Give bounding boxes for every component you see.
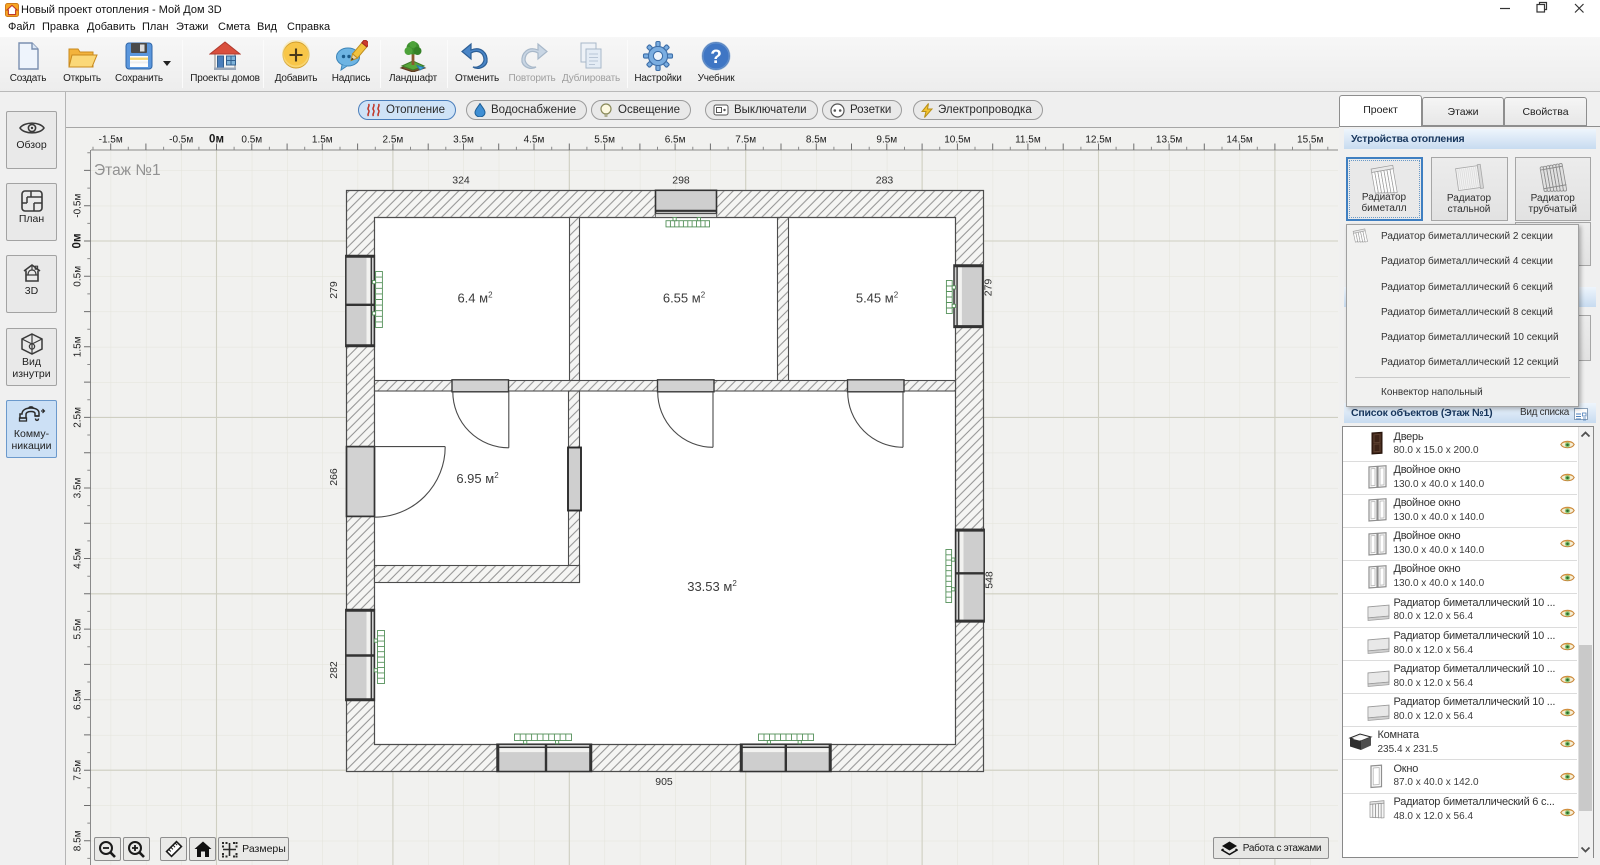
svg-text:?: ? bbox=[710, 47, 721, 68]
svg-text:8.5м: 8.5м bbox=[73, 830, 84, 851]
svg-text:266: 266 bbox=[328, 468, 340, 486]
svg-text:9.5м: 9.5м bbox=[876, 135, 897, 146]
svg-text:5.45 м2: 5.45 м2 bbox=[856, 291, 899, 306]
svg-text:11.5м: 11.5м bbox=[1015, 135, 1041, 146]
svg-text:Этаж №1: Этаж №1 bbox=[94, 162, 161, 179]
svg-text:-0.5м: -0.5м bbox=[169, 135, 193, 146]
svg-text:-1.5м: -1.5м bbox=[99, 135, 123, 146]
svg-text:7.5м: 7.5м bbox=[73, 760, 84, 781]
svg-text:298: 298 bbox=[672, 175, 690, 187]
svg-text:5.5м: 5.5м bbox=[594, 135, 615, 146]
svg-text:1.5м: 1.5м bbox=[312, 135, 333, 146]
svg-text:2.5м: 2.5м bbox=[73, 407, 84, 428]
svg-text:7.5м: 7.5м bbox=[735, 135, 756, 146]
svg-text:-0.5м: -0.5м bbox=[73, 194, 84, 218]
svg-text:3.5м: 3.5м bbox=[73, 477, 84, 498]
svg-text:8.5м: 8.5м bbox=[806, 135, 827, 146]
svg-text:0м: 0м bbox=[209, 134, 224, 146]
svg-text:13.5м: 13.5м bbox=[1156, 135, 1182, 146]
svg-text:6.5м: 6.5м bbox=[665, 135, 686, 146]
svg-text:283: 283 bbox=[876, 175, 894, 187]
svg-text:0м: 0м bbox=[72, 234, 84, 249]
svg-text:0.5м: 0.5м bbox=[241, 135, 262, 146]
svg-text:3.5м: 3.5м bbox=[453, 135, 474, 146]
svg-text:6.4 м2: 6.4 м2 bbox=[457, 291, 493, 306]
svg-text:2.5м: 2.5м bbox=[383, 135, 404, 146]
svg-text:279: 279 bbox=[328, 281, 340, 299]
svg-text:6.5м: 6.5м bbox=[73, 689, 84, 710]
svg-text:33.53 м2: 33.53 м2 bbox=[687, 579, 737, 594]
svg-text:4.5м: 4.5м bbox=[524, 135, 545, 146]
svg-text:1.5м: 1.5м bbox=[73, 336, 84, 357]
svg-text:548: 548 bbox=[984, 571, 996, 589]
svg-text:0.5м: 0.5м bbox=[73, 266, 84, 287]
svg-text:4.5м: 4.5м bbox=[73, 548, 84, 569]
svg-text:905: 905 bbox=[655, 776, 673, 788]
svg-text:14.5м: 14.5м bbox=[1226, 135, 1252, 146]
svg-text:6.95 м2: 6.95 м2 bbox=[456, 471, 499, 486]
svg-text:324: 324 bbox=[452, 175, 470, 187]
svg-text:15.5м: 15.5м bbox=[1297, 135, 1323, 146]
svg-text:5.5м: 5.5м bbox=[73, 619, 84, 640]
svg-text:6.55 м2: 6.55 м2 bbox=[663, 291, 706, 306]
svg-text:282: 282 bbox=[328, 661, 340, 679]
svg-text:279: 279 bbox=[983, 279, 995, 297]
svg-text:10.5м: 10.5м bbox=[944, 135, 970, 146]
svg-text:12.5м: 12.5м bbox=[1085, 135, 1111, 146]
